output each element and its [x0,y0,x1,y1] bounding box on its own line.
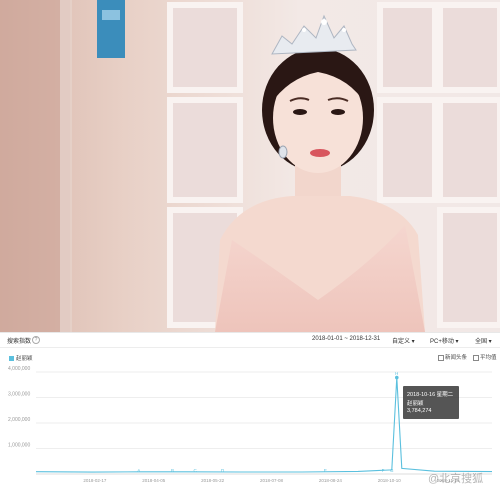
x-tick-label: 2018-10-10 [378,478,402,483]
event-marker: H [395,371,398,376]
x-tick-label: 2018-02-17 [83,478,107,483]
x-tick-label: 2018-05-22 [201,478,225,483]
portrait-illustration [0,0,500,332]
tooltip-date: 2018-10-16 星期二 [407,392,454,398]
y-tick-label: 3,000,000 [8,392,30,398]
peak-data-point [394,375,399,380]
y-tick-label: 4,000,000 [8,366,30,372]
x-tick-label: 2018-04-05 [142,478,166,483]
x-tick-label: 2018-08-24 [319,478,343,483]
y-tick-label: 2,000,000 [8,417,30,423]
x-tick-label: 2018-07-08 [260,478,284,483]
watermark-text: @北京搜狐 [428,473,484,485]
tooltip-value: 3,784,274 [407,408,432,414]
y-tick-label: 1,000,000 [8,443,30,449]
data-tooltip: 2018-10-16 星期二 赵丽颖 3,784,274 [403,386,459,419]
portrait-photo [0,0,500,332]
tooltip-series: 赵丽颖 [407,401,424,407]
